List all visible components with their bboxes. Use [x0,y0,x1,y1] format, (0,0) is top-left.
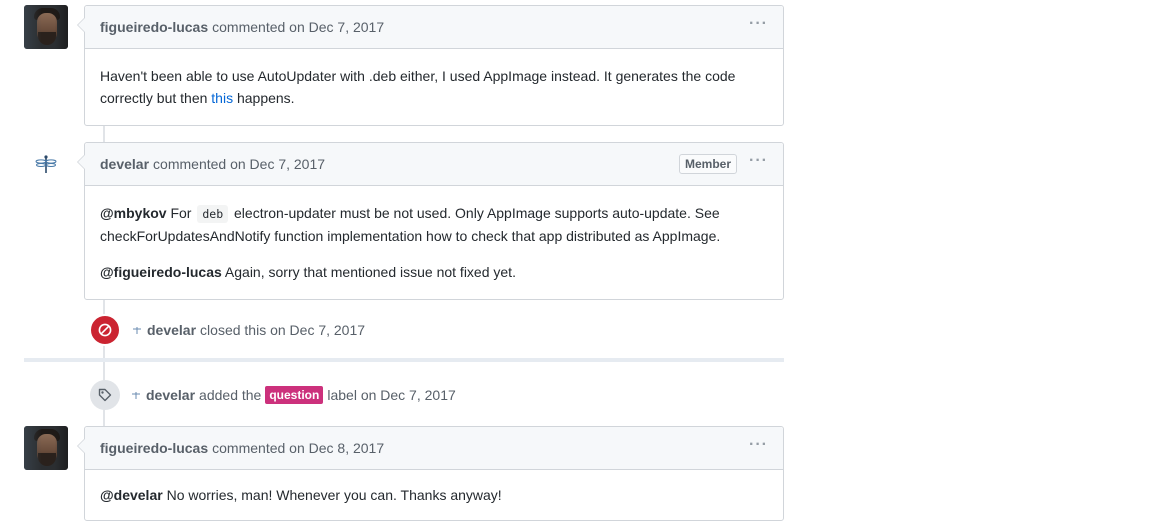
event-text: closed this on Dec 7, 2017 [200,322,366,338]
tiny-avatar-icon[interactable] [131,324,143,336]
closed-event: develar closed this on Dec 7, 2017 [89,314,365,346]
user-mention[interactable]: @mbykov [100,205,167,221]
member-badge: Member [679,154,738,174]
avatar[interactable] [24,5,68,49]
tiny-avatar-icon[interactable] [130,389,142,401]
comment-author[interactable]: figueiredo-lucas [100,19,208,35]
comment-timestamp[interactable]: commented on Dec 8, 2017 [212,440,384,456]
dragonfly-avatar-icon[interactable] [35,153,57,175]
event-text: added the [199,387,262,403]
comment-body: @mbykov For deb electron-updater must be… [100,205,721,280]
avatar[interactable] [24,426,68,470]
comment-header: figueiredo-lucas commented on Dec 8, 201… [85,427,783,470]
comment: develar commented on Dec 7, 2017 Member … [77,142,784,300]
labeled-event: develar added the question label on Dec … [89,379,456,411]
more-options-icon[interactable]: ··· [749,437,768,453]
comment: figueiredo-lucas commented on Dec 7, 201… [77,5,784,126]
comment-timestamp[interactable]: commented on Dec 7, 2017 [212,19,384,35]
comment-link[interactable]: this [211,90,233,106]
comment-body: Haven't been able to use AutoUpdater wit… [100,68,736,106]
user-mention[interactable]: @develar [100,487,163,503]
comment: figueiredo-lucas commented on Dec 8, 201… [77,426,784,521]
user-mention[interactable]: @figueiredo-lucas [100,264,222,280]
comment-timestamp[interactable]: commented on Dec 7, 2017 [153,156,325,172]
circle-slash-icon [89,314,121,346]
comment-author[interactable]: develar [100,156,149,172]
event-actor[interactable]: develar [146,387,195,403]
comment-header: develar commented on Dec 7, 2017 Member … [85,143,783,186]
comment-body: @develar No worries, man! Whenever you c… [100,487,502,503]
comment-header: figueiredo-lucas commented on Dec 7, 201… [85,6,783,49]
more-options-icon[interactable]: ··· [749,16,768,32]
comment-author[interactable]: figueiredo-lucas [100,440,208,456]
more-options-icon[interactable]: ··· [749,153,768,169]
timeline-divider [24,358,784,362]
tag-icon [90,380,120,410]
event-text: label on Dec 7, 2017 [327,387,456,403]
question-label[interactable]: question [265,386,324,404]
inline-code: deb [197,205,229,223]
event-actor[interactable]: develar [147,322,196,338]
